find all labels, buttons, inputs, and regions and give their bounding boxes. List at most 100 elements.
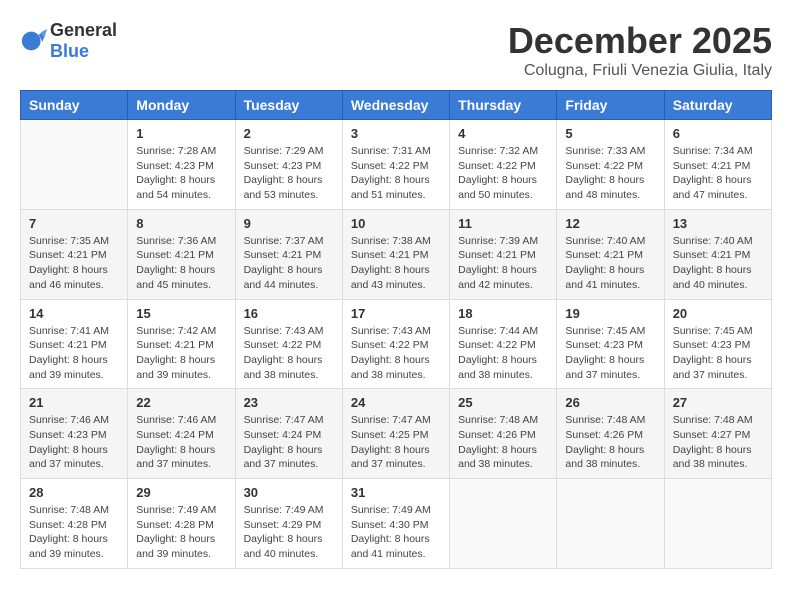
day-number: 29: [136, 485, 226, 500]
day-info: Sunrise: 7:43 AM Sunset: 4:22 PM Dayligh…: [351, 324, 441, 383]
weekday-friday: Friday: [557, 91, 664, 120]
calendar-cell: 11 Sunrise: 7:39 AM Sunset: 4:21 PM Dayli…: [450, 209, 557, 299]
calendar-week-3: 21 Sunrise: 7:46 AM Sunset: 4:23 PM Dayli…: [21, 389, 772, 479]
day-number: 8: [136, 216, 226, 231]
day-info: Sunrise: 7:36 AM Sunset: 4:21 PM Dayligh…: [136, 234, 226, 293]
calendar-cell: 16 Sunrise: 7:43 AM Sunset: 4:22 PM Dayli…: [235, 299, 342, 389]
day-info: Sunrise: 7:45 AM Sunset: 4:23 PM Dayligh…: [673, 324, 763, 383]
weekday-sunday: Sunday: [21, 91, 128, 120]
logo: General Blue: [20, 20, 117, 62]
weekday-thursday: Thursday: [450, 91, 557, 120]
day-number: 2: [244, 126, 334, 141]
calendar-cell: 12Sunrise: 7:40 AM Sunset: 4:21 PM Dayli…: [557, 209, 664, 299]
day-number: 4: [458, 126, 548, 141]
calendar-cell: 8 Sunrise: 7:36 AM Sunset: 4:21 PM Daylig…: [128, 209, 235, 299]
weekday-header-row: SundayMondayTuesdayWednesdayThursdayFrid…: [21, 91, 772, 120]
day-info: Sunrise: 7:46 AM Sunset: 4:24 PM Dayligh…: [136, 413, 226, 472]
day-info: Sunrise: 7:40 AM Sunset: 4:21 PM Dayligh…: [673, 234, 763, 293]
calendar-cell: 30 Sunrise: 7:49 AM Sunset: 4:29 PM Dayli…: [235, 479, 342, 569]
calendar-cell: 14 Sunrise: 7:41 AM Sunset: 4:21 PM Dayli…: [21, 299, 128, 389]
day-number: 5: [565, 126, 655, 141]
calendar-cell: 7 Sunrise: 7:35 AM Sunset: 4:21 PM Daylig…: [21, 209, 128, 299]
calendar-cell: 5Sunrise: 7:33 AM Sunset: 4:22 PM Daylig…: [557, 120, 664, 210]
logo-text: General Blue: [50, 20, 117, 62]
calendar-cell: 17Sunrise: 7:43 AM Sunset: 4:22 PM Dayli…: [342, 299, 449, 389]
day-info: Sunrise: 7:41 AM Sunset: 4:21 PM Dayligh…: [29, 324, 119, 383]
calendar-cell: 31 Sunrise: 7:49 AM Sunset: 4:30 PM Dayli…: [342, 479, 449, 569]
calendar-cell: 27 Sunrise: 7:48 AM Sunset: 4:27 PM Dayli…: [664, 389, 771, 479]
calendar-cell: 2 Sunrise: 7:29 AM Sunset: 4:23 PM Daylig…: [235, 120, 342, 210]
calendar-week-1: 7 Sunrise: 7:35 AM Sunset: 4:21 PM Daylig…: [21, 209, 772, 299]
day-number: 12: [565, 216, 655, 231]
calendar-cell: 25 Sunrise: 7:48 AM Sunset: 4:26 PM Dayli…: [450, 389, 557, 479]
day-info: Sunrise: 7:34 AM Sunset: 4:21 PM Dayligh…: [673, 144, 763, 203]
day-number: 3: [351, 126, 441, 141]
day-number: 28: [29, 485, 119, 500]
day-number: 9: [244, 216, 334, 231]
logo-blue: Blue: [50, 41, 89, 61]
calendar-cell: [557, 479, 664, 569]
day-number: 10: [351, 216, 441, 231]
day-info: Sunrise: 7:29 AM Sunset: 4:23 PM Dayligh…: [244, 144, 334, 203]
day-number: 23: [244, 395, 334, 410]
location-title: Colugna, Friuli Venezia Giulia, Italy: [508, 62, 772, 80]
calendar-cell: [21, 120, 128, 210]
day-number: 7: [29, 216, 119, 231]
day-number: 11: [458, 216, 548, 231]
day-info: Sunrise: 7:31 AM Sunset: 4:22 PM Dayligh…: [351, 144, 441, 203]
calendar-week-0: 1 Sunrise: 7:28 AM Sunset: 4:23 PM Daylig…: [21, 120, 772, 210]
weekday-wednesday: Wednesday: [342, 91, 449, 120]
day-info: Sunrise: 7:44 AM Sunset: 4:22 PM Dayligh…: [458, 324, 548, 383]
day-info: Sunrise: 7:45 AM Sunset: 4:23 PM Dayligh…: [565, 324, 655, 383]
day-info: Sunrise: 7:48 AM Sunset: 4:26 PM Dayligh…: [458, 413, 548, 472]
day-info: Sunrise: 7:47 AM Sunset: 4:25 PM Dayligh…: [351, 413, 441, 472]
day-number: 18: [458, 306, 548, 321]
day-number: 31: [351, 485, 441, 500]
day-info: Sunrise: 7:38 AM Sunset: 4:21 PM Dayligh…: [351, 234, 441, 293]
day-info: Sunrise: 7:48 AM Sunset: 4:27 PM Dayligh…: [673, 413, 763, 472]
logo-general: General: [50, 20, 117, 40]
day-info: Sunrise: 7:43 AM Sunset: 4:22 PM Dayligh…: [244, 324, 334, 383]
day-info: Sunrise: 7:39 AM Sunset: 4:21 PM Dayligh…: [458, 234, 548, 293]
day-number: 1: [136, 126, 226, 141]
day-number: 27: [673, 395, 763, 410]
calendar-week-2: 14 Sunrise: 7:41 AM Sunset: 4:21 PM Dayli…: [21, 299, 772, 389]
calendar-cell: 10 Sunrise: 7:38 AM Sunset: 4:21 PM Dayli…: [342, 209, 449, 299]
day-number: 16: [244, 306, 334, 321]
day-info: Sunrise: 7:28 AM Sunset: 4:23 PM Dayligh…: [136, 144, 226, 203]
day-info: Sunrise: 7:46 AM Sunset: 4:23 PM Dayligh…: [29, 413, 119, 472]
day-info: Sunrise: 7:32 AM Sunset: 4:22 PM Dayligh…: [458, 144, 548, 203]
day-info: Sunrise: 7:42 AM Sunset: 4:21 PM Dayligh…: [136, 324, 226, 383]
calendar-cell: 22Sunrise: 7:46 AM Sunset: 4:24 PM Dayli…: [128, 389, 235, 479]
calendar-cell: 9Sunrise: 7:37 AM Sunset: 4:21 PM Daylig…: [235, 209, 342, 299]
day-number: 24: [351, 395, 441, 410]
calendar-cell: 24 Sunrise: 7:47 AM Sunset: 4:25 PM Dayli…: [342, 389, 449, 479]
calendar-cell: 29 Sunrise: 7:49 AM Sunset: 4:28 PM Dayli…: [128, 479, 235, 569]
day-number: 30: [244, 485, 334, 500]
header: General Blue December 2025 Colugna, Friu…: [20, 20, 772, 80]
calendar-cell: 20 Sunrise: 7:45 AM Sunset: 4:23 PM Dayli…: [664, 299, 771, 389]
calendar-cell: 26Sunrise: 7:48 AM Sunset: 4:26 PM Dayli…: [557, 389, 664, 479]
day-number: 25: [458, 395, 548, 410]
day-info: Sunrise: 7:47 AM Sunset: 4:24 PM Dayligh…: [244, 413, 334, 472]
calendar-cell: 3 Sunrise: 7:31 AM Sunset: 4:22 PM Daylig…: [342, 120, 449, 210]
calendar-cell: 28Sunrise: 7:48 AM Sunset: 4:28 PM Dayli…: [21, 479, 128, 569]
day-info: Sunrise: 7:35 AM Sunset: 4:21 PM Dayligh…: [29, 234, 119, 293]
day-info: Sunrise: 7:48 AM Sunset: 4:26 PM Dayligh…: [565, 413, 655, 472]
day-number: 13: [673, 216, 763, 231]
weekday-saturday: Saturday: [664, 91, 771, 120]
page-wrapper: General Blue December 2025 Colugna, Friu…: [20, 20, 772, 569]
title-section: December 2025 Colugna, Friuli Venezia Gi…: [508, 20, 772, 80]
calendar-cell: 19Sunrise: 7:45 AM Sunset: 4:23 PM Dayli…: [557, 299, 664, 389]
calendar-cell: 18 Sunrise: 7:44 AM Sunset: 4:22 PM Dayli…: [450, 299, 557, 389]
day-info: Sunrise: 7:49 AM Sunset: 4:29 PM Dayligh…: [244, 503, 334, 562]
calendar-table: SundayMondayTuesdayWednesdayThursdayFrid…: [20, 90, 772, 569]
day-number: 14: [29, 306, 119, 321]
weekday-monday: Monday: [128, 91, 235, 120]
day-info: Sunrise: 7:49 AM Sunset: 4:30 PM Dayligh…: [351, 503, 441, 562]
day-number: 6: [673, 126, 763, 141]
day-number: 20: [673, 306, 763, 321]
day-info: Sunrise: 7:49 AM Sunset: 4:28 PM Dayligh…: [136, 503, 226, 562]
day-number: 21: [29, 395, 119, 410]
weekday-tuesday: Tuesday: [235, 91, 342, 120]
